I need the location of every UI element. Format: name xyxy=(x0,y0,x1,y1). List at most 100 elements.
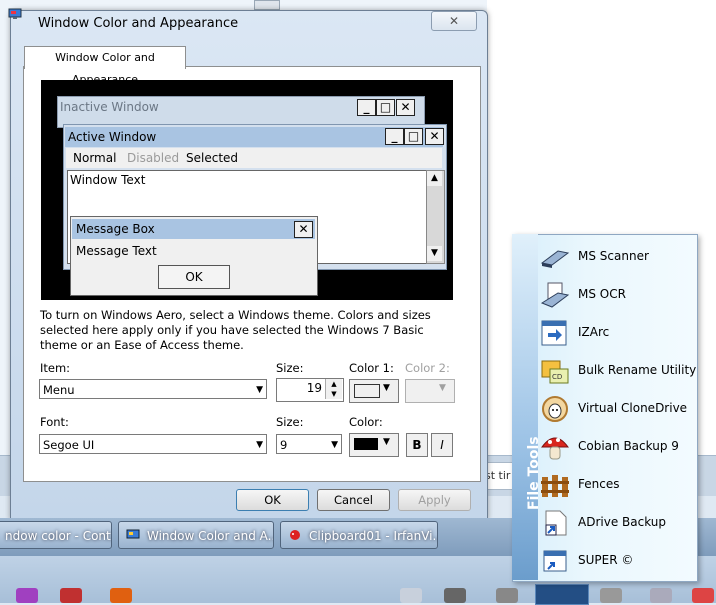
app-icon[interactable] xyxy=(60,588,82,603)
jumplist-item-label: Cobian Backup 9 xyxy=(578,439,679,453)
briefcase-icon[interactable] xyxy=(444,588,466,603)
lock-icon[interactable] xyxy=(650,588,672,603)
taskbar-item-label: ndow color - Cont... xyxy=(5,529,112,543)
preview-menubar xyxy=(66,148,442,168)
izarc-icon xyxy=(541,320,567,346)
jumplist-item-virtual-clonedrive[interactable]: Virtual CloneDrive xyxy=(540,392,690,426)
adrive-icon xyxy=(545,510,567,536)
cancel-button[interactable]: Cancel xyxy=(317,489,390,511)
item-label: Item: xyxy=(40,361,71,375)
jumplist-item-cobian-backup[interactable]: Cobian Backup 9 xyxy=(540,430,690,464)
font-size-label: Size: xyxy=(276,415,304,429)
taskbar-item-label: Clipboard01 - IrfanVi... xyxy=(309,529,438,543)
menu-selected[interactable]: Selected xyxy=(186,151,238,165)
chevron-down-icon: ▼ xyxy=(331,440,338,450)
recycle-bin-icon[interactable] xyxy=(400,588,422,603)
ok-button[interactable]: OK xyxy=(236,489,309,511)
jumplist-item-fences[interactable]: Fences xyxy=(540,468,690,502)
display-settings-icon xyxy=(126,529,140,539)
font-select[interactable]: Segoe UI ▼ xyxy=(39,434,267,454)
font-size-value: 9 xyxy=(280,438,288,452)
inactive-close-icon: ✕ xyxy=(396,99,415,116)
jumplist-item-adrive-backup[interactable]: ADrive Backup xyxy=(540,506,690,540)
chevron-down-icon: ▼ xyxy=(439,383,446,393)
file-tools-taskbar-icon[interactable] xyxy=(535,584,589,605)
jumplist-item-super[interactable]: SUPER © xyxy=(540,544,690,578)
color1-label: Color 1: xyxy=(349,361,394,375)
chevron-down-icon: ▼ xyxy=(256,385,263,395)
chevron-down-icon: ▼ xyxy=(383,383,390,393)
irfanview-icon xyxy=(290,530,300,540)
jumplist-item-label: IZArc xyxy=(578,325,610,339)
scroll-down-icon[interactable]: ▼ xyxy=(427,246,442,261)
font-size-select[interactable]: 9 ▼ xyxy=(276,434,342,454)
app-icon[interactable] xyxy=(692,588,714,603)
font-label: Font: xyxy=(40,415,69,429)
menu-disabled[interactable]: Disabled xyxy=(127,151,179,165)
app-icon[interactable] xyxy=(110,588,132,603)
chevron-down-icon: ▼ xyxy=(383,437,390,447)
message-box-close-icon: ✕ xyxy=(294,221,313,238)
active-close-icon: ✕ xyxy=(425,128,444,145)
scroll-up-icon[interactable]: ▲ xyxy=(427,171,442,186)
window-text-label: Window Text xyxy=(70,173,146,187)
jumplist-item-label: ADrive Backup xyxy=(578,515,667,529)
message-box-title: Message Box xyxy=(76,222,155,236)
background-window-fragment xyxy=(254,0,280,10)
taskbar-item-control-panel[interactable]: ndow color - Cont... xyxy=(0,521,112,549)
tool-icon[interactable] xyxy=(496,588,518,603)
italic-button[interactable]: I xyxy=(431,433,453,457)
jumplist-item-ms-scanner[interactable]: MS Scanner xyxy=(540,240,690,274)
display-settings-icon xyxy=(8,8,22,19)
super-icon xyxy=(543,550,567,572)
ocr-icon xyxy=(540,282,570,308)
jumplist-strip xyxy=(512,234,538,580)
menu-normal[interactable]: Normal xyxy=(73,151,116,165)
color2-picker[interactable] xyxy=(405,379,455,403)
svg-text:CD: CD xyxy=(552,373,562,381)
jumplist-item-ms-ocr[interactable]: MS OCR xyxy=(540,278,690,312)
jumplist-item-label: Bulk Rename Utility xyxy=(578,363,697,377)
dialog-close-button[interactable]: ✕ xyxy=(431,11,477,31)
taskbar-item-window-color[interactable]: Window Color and A... xyxy=(118,521,274,549)
message-box-ok-button[interactable]: OK xyxy=(158,265,230,289)
scanner-icon xyxy=(540,250,570,268)
clonedrive-sheep-icon xyxy=(542,396,568,422)
jumplist-item-label: MS Scanner xyxy=(578,249,649,263)
taskbar-item-label: Window Color and A... xyxy=(147,529,274,543)
apply-button[interactable]: Apply xyxy=(398,489,471,511)
bold-button[interactable]: B xyxy=(406,433,428,457)
spin-arrows-icon[interactable]: ▲ ▼ xyxy=(325,379,342,399)
item-value: Menu xyxy=(43,383,75,397)
inactive-minimize-icon: _ xyxy=(357,99,376,116)
cobian-mushroom-icon xyxy=(541,437,569,460)
tab-window-color[interactable]: Window Color and Appearance xyxy=(24,46,186,86)
message-text: Message Text xyxy=(76,244,157,258)
app-icon[interactable] xyxy=(16,588,38,603)
item-size-label: Size: xyxy=(276,361,304,375)
font-color-label: Color: xyxy=(349,415,383,429)
aero-info-text: To turn on Windows Aero, select a Window… xyxy=(40,308,431,352)
active-minimize-icon: _ xyxy=(385,128,404,145)
bulk-rename-icon: CD xyxy=(541,360,569,384)
inactive-window-title: Inactive Window xyxy=(60,100,159,114)
jumplist-item-label: MS OCR xyxy=(578,287,626,301)
jumplist-item-izarc[interactable]: IZArc xyxy=(540,316,690,350)
background-field-text: st tir xyxy=(485,469,511,482)
chevron-down-icon: ▼ xyxy=(256,440,263,450)
item-select[interactable]: Menu ▼ xyxy=(39,379,267,399)
jumplist-item-bulk-rename[interactable]: CD Bulk Rename Utility xyxy=(540,354,696,388)
item-size-value: 19 xyxy=(306,381,322,395)
jumplist-item-label: SUPER © xyxy=(578,553,634,567)
active-maximize-icon: □ xyxy=(404,128,423,145)
inactive-maximize-icon: □ xyxy=(376,99,395,116)
gear-icon[interactable] xyxy=(600,588,622,603)
jumplist-item-label: Fences xyxy=(578,477,620,491)
font-value: Segoe UI xyxy=(43,438,95,452)
taskbar-item-irfanview[interactable]: Clipboard01 - IrfanVi... xyxy=(280,521,438,549)
fences-icon xyxy=(541,475,569,497)
font-color-swatch xyxy=(354,438,378,450)
dialog-title: Window Color and Appearance xyxy=(38,16,239,31)
jumplist-item-label: Virtual CloneDrive xyxy=(578,401,688,415)
color2-label: Color 2: xyxy=(405,361,450,375)
